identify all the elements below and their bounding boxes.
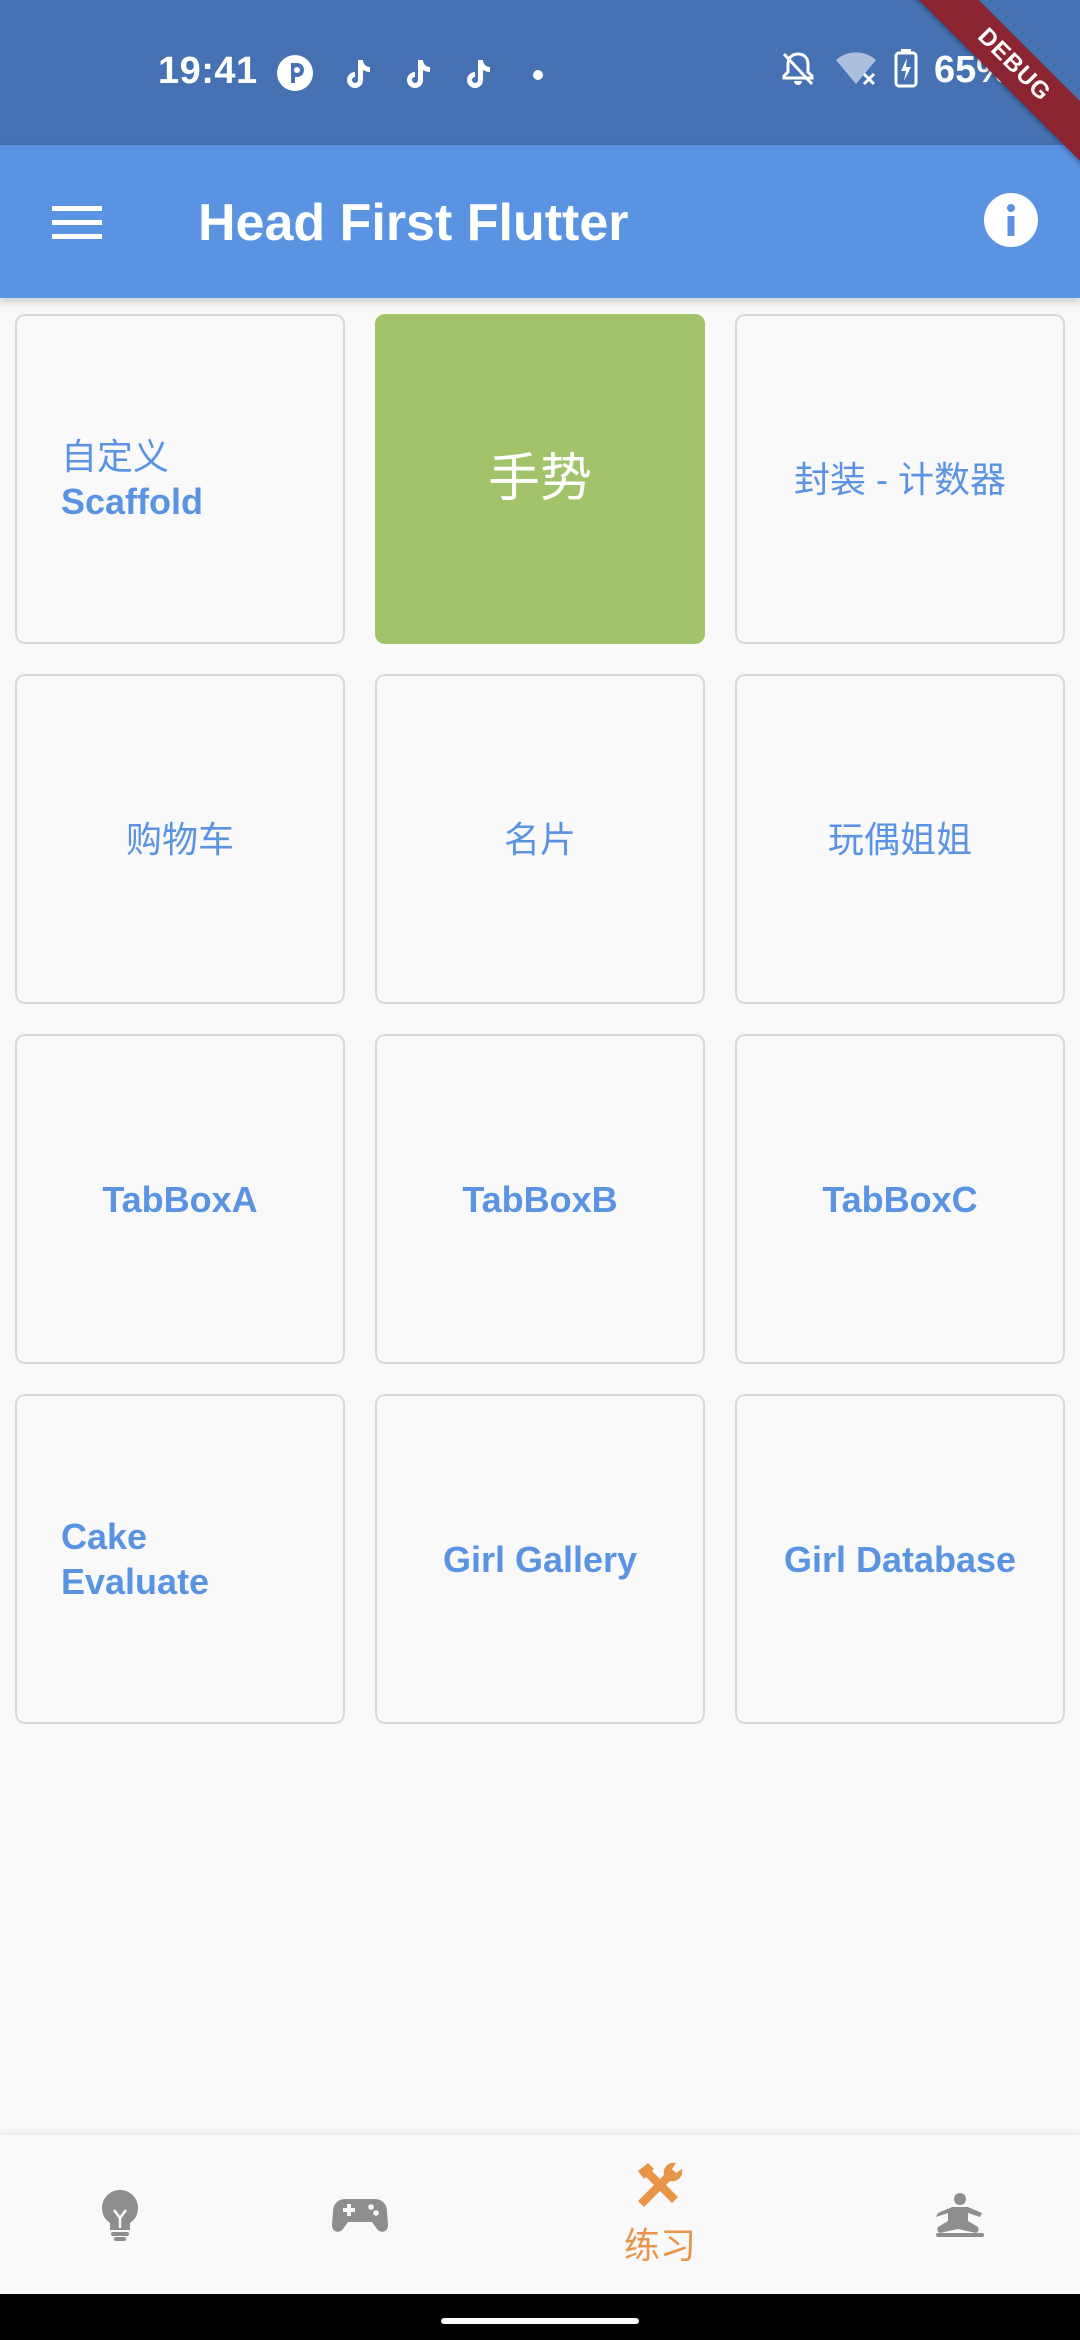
- tile-tabbox-b[interactable]: TabBoxB: [375, 1034, 705, 1364]
- bottom-navigation: 练习: [0, 2134, 1080, 2294]
- tile-label-group: 自定义 Scaffold: [61, 434, 203, 524]
- tools-icon: [638, 2162, 683, 2207]
- status-bar: 19:41 65%: [0, 0, 1080, 145]
- tile-label: Girl Gallery: [442, 1538, 638, 1580]
- tile-shopping-cart[interactable]: 购物车: [15, 674, 345, 1004]
- page-title: Head First Flutter: [198, 194, 629, 252]
- more-notifications-dot-icon: [532, 68, 544, 86]
- tile-label: 封装 - 计数器: [794, 458, 1006, 500]
- tile-label: Cake: [61, 1516, 148, 1557]
- tile-tabbox-c[interactable]: TabBoxC: [735, 1034, 1065, 1364]
- tile-label-group: Cake Evaluate: [61, 1514, 209, 1604]
- tile-label: 自定义: [61, 436, 170, 477]
- nav-item-label: 练习: [623, 2225, 696, 2266]
- hamburger-menu-icon: [52, 206, 102, 239]
- tile-label: Evaluate: [61, 1561, 210, 1602]
- tiktok-icon: [404, 58, 434, 95]
- tile-gesture[interactable]: 手势: [375, 314, 705, 644]
- wifi-off-icon: [834, 48, 878, 93]
- tile-counter-wrapper[interactable]: 封装 - 计数器: [735, 314, 1065, 644]
- meditation-person-icon: [936, 2193, 984, 2237]
- nav-item-meditation[interactable]: [870, 2135, 1050, 2295]
- info-icon: [984, 193, 1038, 247]
- tile-girl-gallery[interactable]: Girl Gallery: [375, 1394, 705, 1724]
- tiktok-icon: [464, 58, 494, 95]
- battery-charging-icon: [894, 48, 918, 93]
- tile-label: Scaffold: [61, 481, 204, 522]
- menu-button[interactable]: [44, 189, 110, 255]
- tile-custom-scaffold[interactable]: 自定义 Scaffold: [15, 314, 345, 644]
- practice-grid: 自定义 Scaffold 手势 封装 - 计数器 购物车 名片 玩偶姐姐 Tab…: [15, 314, 1067, 1724]
- tiktok-icon: [344, 58, 374, 95]
- tile-label: 玩偶姐姐: [827, 818, 972, 860]
- mute-bell-icon: [778, 48, 818, 93]
- tile-label: TabBoxC: [822, 1178, 978, 1220]
- tile-business-card[interactable]: 名片: [375, 674, 705, 1004]
- tile-girl-database[interactable]: Girl Database: [735, 1394, 1065, 1724]
- tile-cake-evaluate[interactable]: Cake Evaluate: [15, 1394, 345, 1724]
- tile-tabbox-a[interactable]: TabBoxA: [15, 1034, 345, 1364]
- app-bar: Head First Flutter: [0, 145, 1080, 298]
- app-notification-icon: [276, 54, 314, 97]
- nav-item-practice[interactable]: 练习: [570, 2135, 750, 2295]
- tile-label: TabBoxA: [102, 1178, 258, 1220]
- info-button[interactable]: [978, 187, 1044, 253]
- tile-label: 购物车: [125, 818, 234, 860]
- nav-item-games[interactable]: [270, 2135, 450, 2295]
- tile-label: Girl Database: [783, 1538, 1017, 1580]
- tile-label: TabBoxB: [462, 1178, 618, 1220]
- tile-doll-sister[interactable]: 玩偶姐姐: [735, 674, 1065, 1004]
- status-time: 19:41: [158, 50, 258, 92]
- tile-label: 手势: [487, 449, 592, 508]
- system-navigation-bar: [0, 2294, 1080, 2340]
- home-gesture-handle[interactable]: [441, 2318, 639, 2324]
- nav-item-ideas[interactable]: [30, 2135, 210, 2295]
- screen: 19:41 65% DEBUG Head First Flutter 自定义 S…: [0, 0, 1080, 2340]
- lightbulb-icon: [101, 2190, 139, 2241]
- gamepad-icon: [331, 2199, 389, 2232]
- tile-label: 名片: [503, 818, 576, 860]
